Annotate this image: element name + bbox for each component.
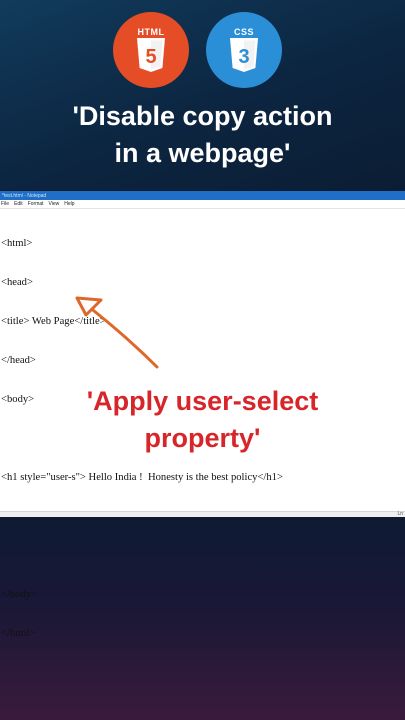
headline-line-1: 'Disable copy action <box>72 101 333 131</box>
menu-file[interactable]: File <box>1 201 9 207</box>
headline-line-2: in a webpage' <box>114 138 291 168</box>
code-line-h1: <h1 style="user-s"> Hello India ! Honest… <box>1 472 283 483</box>
css3-logo: CSS 3 <box>206 12 282 88</box>
callout-line-1: 'Apply user-select <box>86 386 319 416</box>
headline: 'Disable copy action in a webpage' <box>0 98 405 172</box>
code-line: <head> <box>1 277 33 288</box>
menu-view[interactable]: View <box>49 201 60 207</box>
html5-shield-icon: 5 <box>136 37 166 74</box>
notepad-window: *test.html - Notepad File Edit Format Vi… <box>0 191 405 639</box>
status-text: Ln <box>397 511 403 517</box>
callout-line-2: property' <box>144 423 261 453</box>
notepad-title: *test.html - Notepad <box>2 192 47 199</box>
menu-format[interactable]: Format <box>28 201 44 207</box>
css-logo-label: CSS <box>233 26 254 37</box>
code-line: <html> <box>1 238 33 249</box>
html5-number: 5 <box>145 46 156 68</box>
html-logo-label: HTML <box>137 26 165 37</box>
menu-help[interactable]: Help <box>64 201 74 207</box>
notepad-titlebar[interactable]: *test.html - Notepad <box>0 191 405 200</box>
callout-text: 'Apply user-select property' <box>0 383 405 457</box>
notepad-menubar: File Edit Format View Help <box>0 200 405 209</box>
code-line: </body> <box>1 589 38 600</box>
css3-number: 3 <box>238 46 249 68</box>
code-line: </html> <box>1 628 36 639</box>
code-line: <title> Web Page</title> <box>1 316 106 327</box>
notepad-statusbar: Ln <box>0 511 405 517</box>
html5-logo: HTML 5 <box>113 12 189 88</box>
css3-shield-icon: 3 <box>229 37 259 74</box>
code-line: </head> <box>1 355 36 366</box>
menu-edit[interactable]: Edit <box>14 201 23 207</box>
